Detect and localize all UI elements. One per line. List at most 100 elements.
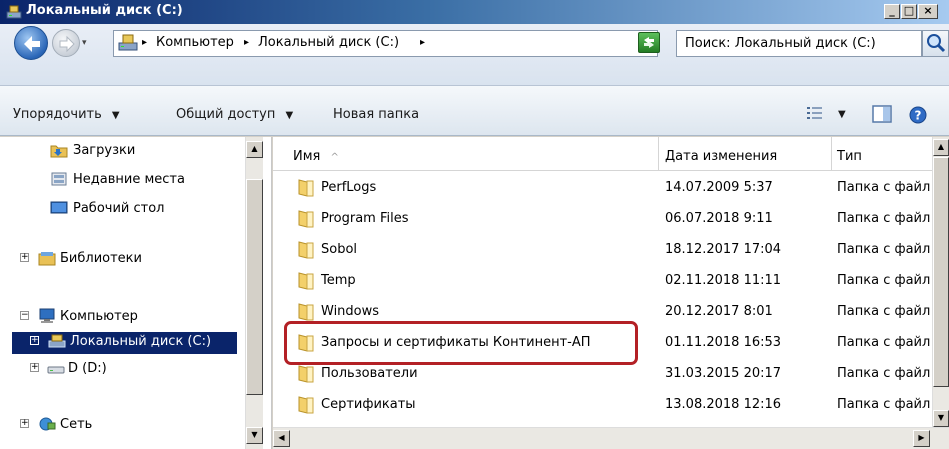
nav-item-desktop[interactable]: Рабочий стол	[0, 199, 250, 221]
libraries-icon	[38, 252, 56, 266]
forward-button[interactable]	[52, 29, 80, 57]
close-button[interactable]: ×	[918, 4, 938, 19]
list-item[interactable]: Temp 02.11.2018 11:11 Папка с файл	[273, 266, 949, 297]
nav-item-label: Библиотеки	[60, 251, 142, 266]
nav-item-label: Компьютер	[60, 309, 138, 324]
view-dropdown-icon[interactable]: ▼	[838, 109, 846, 120]
file-name: Program Files	[321, 211, 409, 226]
breadcrumb-separator[interactable]: ▸	[244, 37, 249, 48]
view-options-icon[interactable]	[806, 105, 824, 121]
file-name: PerfLogs	[321, 180, 377, 195]
drive-icon	[47, 366, 65, 374]
column-header-type[interactable]: Тип	[832, 137, 932, 171]
breadcrumb-separator[interactable]: ▸	[420, 37, 425, 48]
file-type: Папка с файл	[837, 242, 931, 257]
list-vertical-scrollbar[interactable]: ▲ ▼	[932, 137, 949, 427]
maximize-button[interactable]: □	[901, 4, 917, 19]
svg-text:?: ?	[915, 109, 922, 123]
nav-item-downloads[interactable]: Загрузки	[0, 141, 250, 163]
file-name: Temp	[321, 273, 356, 288]
expand-icon[interactable]: +	[30, 363, 39, 372]
file-type: Папка с файл	[837, 366, 931, 381]
refresh-button[interactable]	[638, 32, 660, 53]
column-name-label: Имя	[293, 149, 321, 164]
list-item[interactable]: PerfLogs 14.07.2009 5:37 Папка с файл	[273, 173, 949, 204]
downloads-icon	[50, 145, 68, 158]
new-folder-button[interactable]: Новая папка	[333, 107, 419, 122]
back-button[interactable]	[14, 26, 48, 60]
history-dropdown[interactable]: ▾	[82, 39, 92, 48]
search-button[interactable]	[922, 30, 949, 57]
address-box[interactable]: ▸ Компьютер ▸ Локальный диск (C:) ▸ ▾	[113, 30, 731, 57]
scroll-up-arrow-icon[interactable]: ▲	[246, 141, 263, 158]
collapse-icon[interactable]: −	[20, 311, 29, 320]
nav-item-local-disk-c[interactable]: + Локальный диск (C:)	[12, 332, 237, 354]
nav-scrollbar[interactable]: ▲ ▼	[245, 137, 263, 449]
column-type-label: Тип	[837, 149, 862, 164]
scroll-down-arrow-icon[interactable]: ▼	[933, 410, 949, 427]
scroll-left-arrow-icon[interactable]: ◀	[273, 430, 290, 447]
column-headers: Имя ^ Дата изменения Тип	[273, 137, 949, 171]
folder-icon	[298, 303, 314, 321]
folder-icon	[298, 179, 314, 197]
expand-icon[interactable]: +	[20, 419, 29, 428]
minimize-button[interactable]: _	[884, 4, 900, 19]
file-date: 18.12.2017 17:04	[665, 242, 782, 257]
explorer-window: Локальный диск (C:) _ □ × ▾ ▸ Компьютер …	[0, 0, 949, 449]
scroll-right-arrow-icon[interactable]: ▶	[913, 430, 930, 447]
chevron-down-icon: ▼	[111, 110, 120, 121]
forward-arrow-icon	[59, 35, 75, 53]
file-type: Папка с файл	[837, 180, 931, 195]
scroll-down-arrow-icon[interactable]: ▼	[246, 427, 263, 444]
column-header-name[interactable]: Имя ^	[273, 137, 659, 171]
file-list-pane: Имя ^ Дата изменения Тип PerfLogs 14.07.…	[273, 137, 949, 449]
window-title: Локальный диск (C:)	[26, 3, 183, 18]
nav-item-label: D (D:)	[68, 361, 107, 376]
preview-pane-icon[interactable]	[872, 105, 892, 123]
scrollbar-thumb[interactable]	[933, 157, 949, 387]
expand-icon[interactable]: +	[30, 336, 39, 345]
folder-icon	[298, 396, 314, 414]
search-icon	[927, 34, 946, 53]
back-arrow-icon	[24, 36, 40, 52]
title-bar[interactable]: Локальный диск (C:) _ □ ×	[0, 0, 949, 24]
list-horizontal-scrollbar[interactable]: ◀ ▶	[273, 427, 949, 449]
file-date: 31.03.2015 20:17	[665, 366, 782, 381]
drive-icon	[118, 34, 138, 51]
folder-icon	[298, 272, 314, 290]
nav-item-network[interactable]: + Сеть	[0, 415, 250, 437]
nav-item-computer[interactable]: − Компьютер	[0, 307, 250, 329]
local-disk-icon	[48, 334, 66, 348]
list-item[interactable]: Сертификаты 13.08.2018 12:16 Папка с фай…	[273, 390, 949, 421]
expand-icon[interactable]: +	[20, 253, 29, 262]
nav-item-libraries[interactable]: + Библиотеки	[0, 249, 250, 271]
sort-ascending-icon: ^	[330, 152, 339, 163]
share-menu-button[interactable]: Общий доступ ▼	[176, 107, 293, 122]
nav-item-label: Рабочий стол	[73, 201, 165, 216]
scrollbar-thumb[interactable]	[246, 179, 263, 395]
file-date: 13.08.2018 12:16	[665, 397, 782, 412]
nav-item-recent-places[interactable]: Недавние места	[0, 170, 250, 192]
file-type: Папка с файл	[837, 273, 931, 288]
list-item[interactable]: Sobol 18.12.2017 17:04 Папка с файл	[273, 235, 949, 266]
file-date: 02.11.2018 11:11	[665, 273, 782, 288]
list-item[interactable]: Program Files 06.07.2018 9:11 Папка с фа…	[273, 204, 949, 235]
folder-icon	[298, 241, 314, 259]
help-icon[interactable]: ?	[908, 105, 928, 125]
nav-item-drive-d[interactable]: + D (D:)	[0, 359, 250, 381]
search-input[interactable]: Поиск: Локальный диск (C:)	[676, 30, 922, 57]
file-type: Папка с файл	[837, 397, 931, 412]
file-date: 20.12.2017 8:01	[665, 304, 773, 319]
file-date: 01.11.2018 16:53	[665, 335, 782, 350]
breadcrumb-computer[interactable]: Компьютер	[156, 35, 234, 50]
breadcrumb-local-disk[interactable]: Локальный диск (C:)	[258, 35, 399, 50]
refresh-icon	[644, 37, 654, 48]
file-name: Sobol	[321, 242, 358, 257]
breadcrumb-separator[interactable]: ▸	[142, 37, 147, 48]
column-header-date[interactable]: Дата изменения	[659, 137, 832, 171]
file-date: 14.07.2009 5:37	[665, 180, 773, 195]
scroll-up-arrow-icon[interactable]: ▲	[933, 139, 949, 156]
file-name: Windows	[321, 304, 380, 319]
network-icon	[39, 417, 56, 431]
organize-menu-button[interactable]: Упорядочить ▼	[13, 107, 120, 122]
